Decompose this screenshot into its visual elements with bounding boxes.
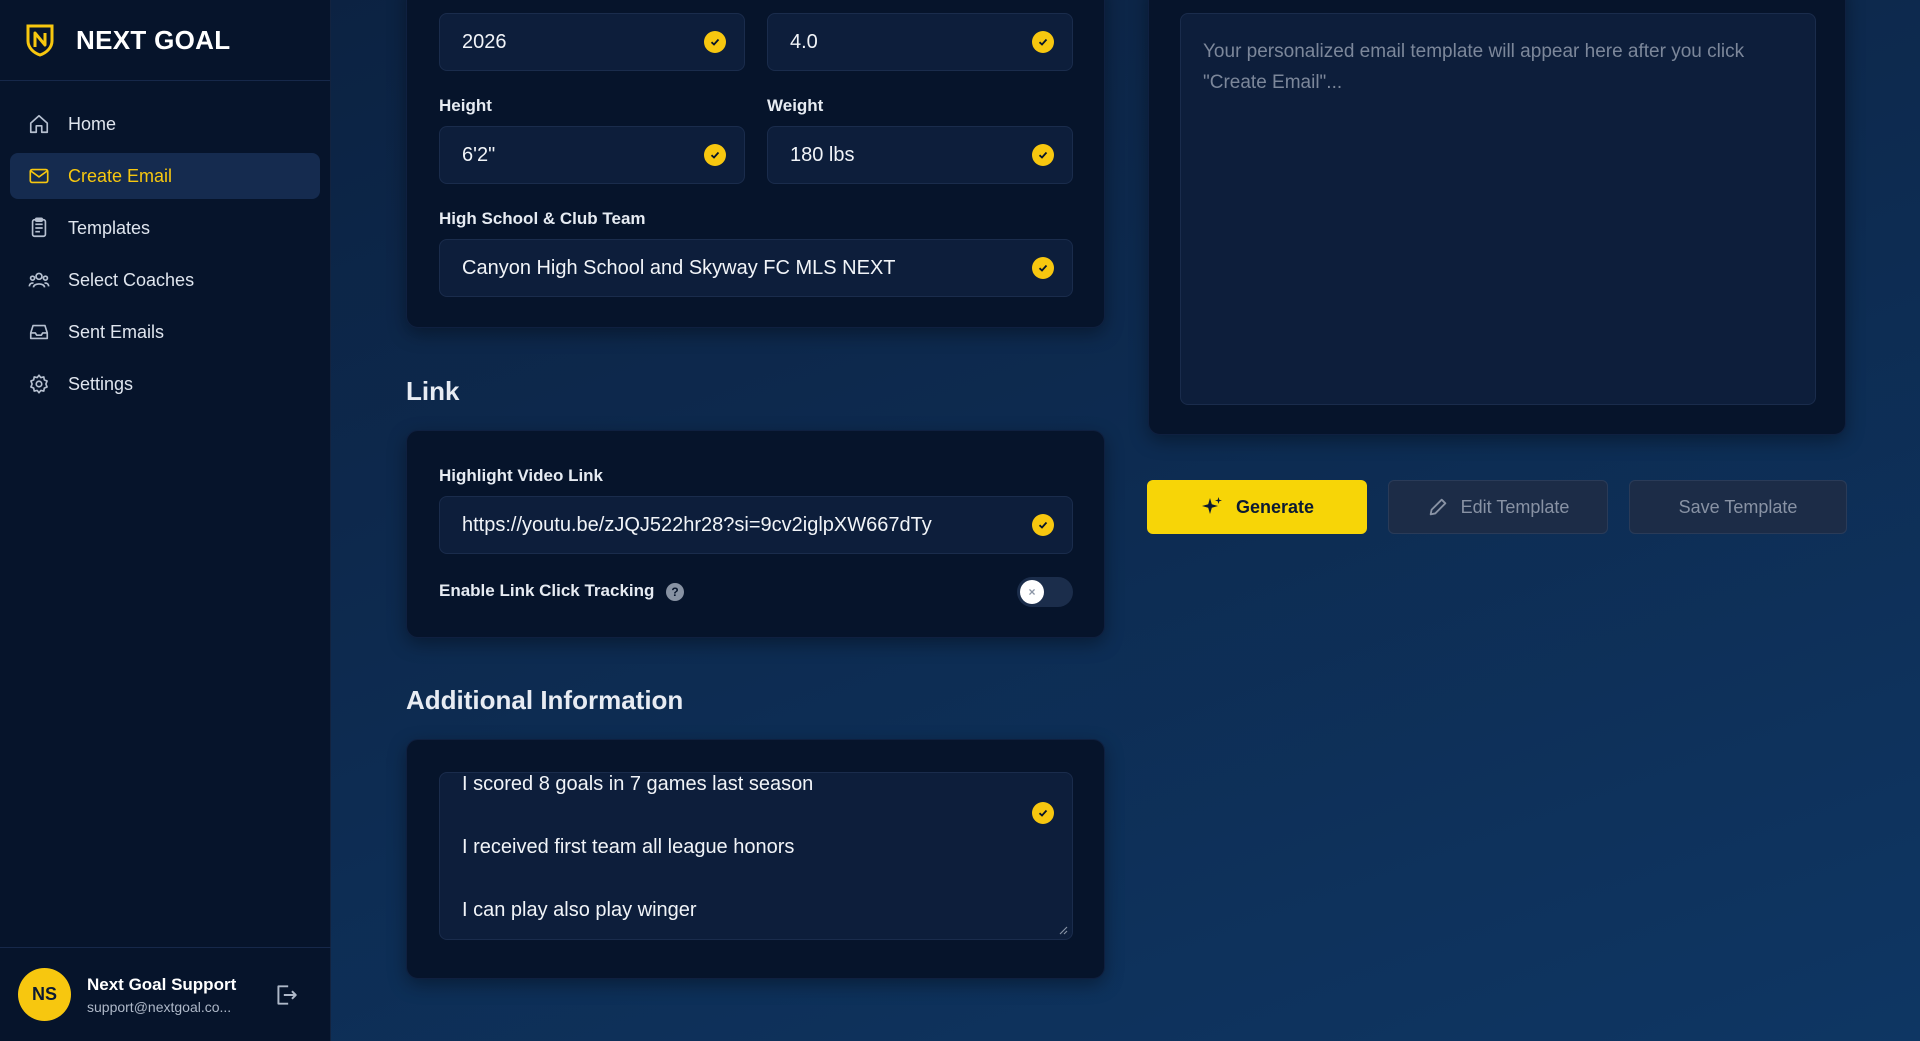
player-info-card: 2026 4.0 Height 6'2" Weight 180 lbs High… [406,0,1105,328]
check-icon [1032,802,1054,824]
check-icon [704,144,726,166]
link-section-title: Link [406,376,460,406]
link-card: Highlight Video Link https://youtu.be/zJ… [406,430,1105,638]
user-name: Next Goal Support [87,974,237,994]
gpa-field[interactable]: 4.0 [767,13,1073,71]
avatar[interactable]: NS [18,968,71,1021]
check-icon [1032,514,1054,536]
users-icon [26,267,52,293]
pencil-icon [1427,496,1449,518]
sidebar-nav: Home Create Email Templates Select Coach… [0,81,330,407]
additional-line: I received first team all league honors [462,836,795,858]
user-email: support@nextgoal.co... [87,998,232,1015]
toggle-off-icon: × [1020,580,1044,604]
sidebar-item-settings[interactable]: Settings [10,361,320,407]
weight-field[interactable]: 180 lbs [767,126,1073,184]
gear-icon [26,371,52,397]
sidebar-item-label: Templates [68,217,151,238]
brand-name: NEXT GOAL [76,24,231,55]
generate-label: Generate [1235,496,1315,517]
additional-line: I can play also play winger [462,899,697,921]
check-icon [1032,257,1054,279]
generate-button[interactable]: Generate [1147,480,1367,534]
edit-template-button[interactable]: Edit Template [1388,480,1608,534]
video-link-field[interactable]: https://youtu.be/zJQJ522hr28?si=9cv2iglp… [439,496,1073,554]
video-link-label: Highlight Video Link [439,466,604,485]
check-icon [704,31,726,53]
save-template-button[interactable]: Save Template [1629,480,1847,534]
height-label: Height [439,96,492,115]
check-icon [1032,31,1054,53]
logout-icon[interactable] [273,982,299,1008]
additional-line: I scored 8 goals in 7 games last season [462,773,814,795]
sidebar-item-label: Create Email [68,165,173,186]
sparkle-icon [1200,495,1224,519]
graduation-year-field[interactable]: 2026 [439,13,745,71]
weight-value: 180 lbs [790,143,855,166]
height-value: 6'2" [462,143,496,166]
sidebar: NEXT GOAL Home Create Email Templates Se… [0,0,331,1041]
templates-icon [26,215,52,241]
email-template-card: Your personalized email template will ap… [1148,0,1846,435]
brand[interactable]: NEXT GOAL [0,0,330,81]
check-icon [1032,144,1054,166]
graduation-year-value: 2026 [462,30,507,53]
team-value: Canyon High School and Skyway FC MLS NEX… [462,256,896,279]
email-template-output[interactable]: Your personalized email template will ap… [1180,13,1816,405]
shield-logo-icon [26,24,54,57]
mail-icon [26,163,52,189]
edit-template-label: Edit Template [1460,496,1570,517]
user-profile: NS Next Goal Support support@nextgoal.co… [0,947,331,1041]
tracking-label: Enable Link Click Tracking [439,581,655,600]
additional-info-card: I scored 8 goals in 7 games last season … [406,739,1105,979]
inbox-icon [26,319,52,345]
height-field[interactable]: 6'2" [439,126,745,184]
sidebar-item-templates[interactable]: Templates [10,205,320,251]
sidebar-item-create-email[interactable]: Create Email [10,153,320,199]
sidebar-item-label: Sent Emails [68,321,165,342]
gpa-value: 4.0 [790,30,818,53]
video-link-value: https://youtu.be/zJQJ522hr28?si=9cv2iglp… [462,513,932,536]
sidebar-item-sent-emails[interactable]: Sent Emails [10,309,320,355]
tracking-toggle[interactable]: × [1017,577,1073,607]
sidebar-item-label: Select Coaches [68,269,195,290]
help-icon[interactable]: ? [666,583,684,601]
save-template-label: Save Template [1678,496,1798,517]
additional-info-textarea[interactable]: I scored 8 goals in 7 games last season … [439,772,1073,940]
team-field[interactable]: Canyon High School and Skyway FC MLS NEX… [439,239,1073,297]
user-info: Next Goal Support support@nextgoal.co... [87,975,257,1015]
email-template-placeholder: Your personalized email template will ap… [1203,41,1745,93]
additional-section-title: Additional Information [406,685,684,715]
sidebar-item-home[interactable]: Home [10,101,320,147]
sidebar-item-label: Home [68,113,117,134]
team-label: High School & Club Team [439,209,646,228]
resize-grip-icon[interactable] [1056,923,1068,935]
home-icon [26,111,52,137]
sidebar-item-select-coaches[interactable]: Select Coaches [10,257,320,303]
weight-label: Weight [767,96,824,115]
sidebar-item-label: Settings [68,373,134,394]
